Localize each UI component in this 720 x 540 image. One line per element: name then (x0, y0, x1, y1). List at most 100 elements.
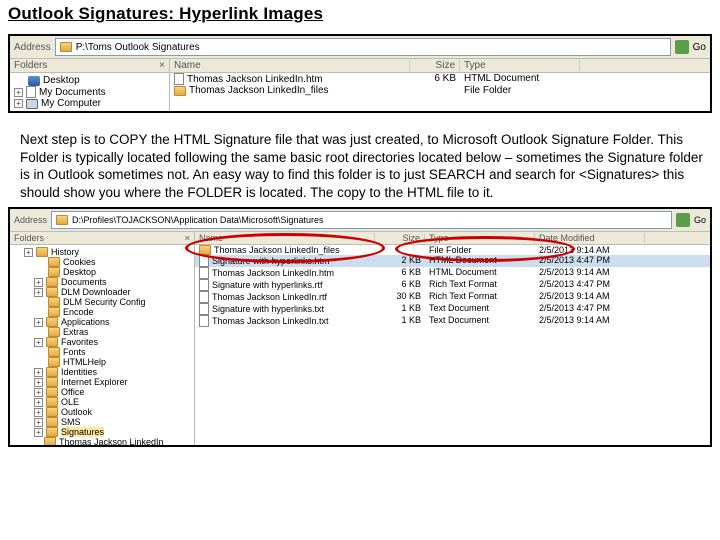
folder-icon (46, 317, 58, 327)
tree-item[interactable]: DLM Security Config (14, 297, 190, 307)
folder-icon (46, 397, 58, 407)
folder-icon (46, 277, 58, 287)
expander-icon[interactable]: + (14, 88, 23, 97)
file-type: File Folder (460, 85, 580, 96)
file-row[interactable]: Signature with hyperlinks.txt1 KBText Do… (195, 303, 710, 315)
go-icon[interactable] (675, 40, 689, 54)
address-input[interactable]: P:\Toms Outlook Signatures (55, 38, 671, 56)
file-size: 6 KB (410, 73, 460, 85)
tree-item-label: Identities (61, 367, 97, 377)
address-label: Address (14, 215, 47, 225)
explorer-1: Address P:\Toms Outlook Signatures Go Fo… (8, 34, 712, 113)
expander-icon[interactable]: + (34, 338, 43, 347)
file-name: Thomas Jackson LinkedIn.htm (212, 268, 334, 278)
expander-icon[interactable]: + (34, 388, 43, 397)
file-type: Text Document (425, 303, 535, 315)
tree-item[interactable]: Fonts (14, 347, 190, 357)
expander-icon[interactable]: + (34, 428, 43, 437)
file-row[interactable]: Thomas Jackson LinkedIn.htm6 KBHTML Docu… (195, 267, 710, 279)
col-type[interactable]: Type (460, 60, 580, 71)
folder-icon (48, 357, 60, 367)
tree-item[interactable]: Cookies (14, 257, 190, 267)
tree-item-label: Desktop (43, 75, 80, 86)
expander-icon[interactable]: + (14, 99, 23, 108)
tree-item-label: Favorites (61, 337, 98, 347)
file-icon (199, 303, 209, 315)
comp-icon (26, 99, 38, 109)
file-row[interactable]: Signature with hyperlinks.rtf6 KBRich Te… (195, 279, 710, 291)
tree-item[interactable]: + Documents (14, 277, 190, 287)
folder-icon (46, 427, 58, 437)
annotation-oval (185, 233, 385, 263)
tree-item[interactable]: + DLM Downloader (14, 287, 190, 297)
address-input[interactable]: D:\Profiles\TOJACKSON\Application Data\M… (51, 211, 672, 229)
expander-icon[interactable]: + (34, 418, 43, 427)
tree-item-label: Documents (61, 277, 107, 287)
tree-item[interactable]: + Signatures (14, 427, 190, 437)
file-date: 2/5/2013 9:14 AM (535, 315, 645, 327)
col-name[interactable]: Name (170, 60, 410, 71)
expander-icon[interactable]: + (34, 278, 43, 287)
file-date: 2/5/2013 9:14 AM (535, 267, 645, 279)
folder-tree: Desktop + My Documents+My Computer (10, 73, 169, 111)
folder-icon (46, 377, 58, 387)
tree-item[interactable]: Thomas Jackson LinkedIn (14, 437, 190, 445)
tree-item-label: Office (61, 387, 84, 397)
expander-icon[interactable]: + (34, 288, 43, 297)
tree-item-label: SMS (61, 417, 81, 427)
tree-item[interactable]: + Internet Explorer (14, 377, 190, 387)
address-bar: Address D:\Profiles\TOJACKSON\Applicatio… (10, 209, 710, 232)
tree-item[interactable]: Extras (14, 327, 190, 337)
file-size: 30 KB (375, 291, 425, 303)
expander-icon[interactable]: + (34, 408, 43, 417)
folder-icon (174, 86, 186, 96)
folder-icon (48, 327, 60, 337)
tree-item[interactable]: + History (14, 247, 190, 257)
file-name: Thomas Jackson LinkedIn.txt (212, 316, 329, 326)
tree-item[interactable]: + OLE (14, 397, 190, 407)
expander-icon[interactable]: + (34, 398, 43, 407)
close-icon[interactable]: × (185, 233, 190, 243)
col-size[interactable]: Size (410, 60, 460, 71)
tree-item-label: OLE (61, 397, 79, 407)
file-type: HTML Document (460, 73, 580, 85)
file-rows: Thomas Jackson LinkedIn.htm6 KBHTML Docu… (170, 73, 710, 96)
tree-item[interactable]: +Outlook (14, 407, 190, 417)
expander-icon[interactable]: + (34, 318, 43, 327)
tree-item[interactable]: + SMS (14, 417, 190, 427)
tree-item-label: Applications (61, 317, 110, 327)
file-size (410, 85, 460, 96)
close-icon[interactable]: × (159, 60, 165, 71)
go-label: Go (694, 215, 706, 225)
tree-item-label: My Documents (39, 87, 106, 98)
tree-item[interactable]: Desktop (14, 75, 165, 86)
folder-icon (44, 437, 56, 445)
tree-item[interactable]: + Applications (14, 317, 190, 327)
folder-tree: +HistoryCookiesDesktop+Documents+DLM Dow… (10, 245, 194, 445)
file-row[interactable]: Thomas Jackson LinkedIn.htm6 KBHTML Docu… (170, 73, 710, 85)
folder-icon (60, 42, 72, 52)
file-row[interactable]: Thomas Jackson LinkedIn.txt1 KBText Docu… (195, 315, 710, 327)
tree-item[interactable]: + Identities (14, 367, 190, 377)
expander-icon[interactable]: + (34, 378, 43, 387)
tree-item[interactable]: Desktop (14, 267, 190, 277)
column-headers: Name Size Type (170, 59, 710, 73)
file-row[interactable]: Thomas Jackson LinkedIn.rtf30 KBRich Tex… (195, 291, 710, 303)
tree-item[interactable]: Encode (14, 307, 190, 317)
file-name: Thomas Jackson LinkedIn_files (189, 85, 329, 96)
file-row[interactable]: Thomas Jackson LinkedIn_files File Folder (170, 85, 710, 96)
tree-item-label: Signatures (61, 427, 104, 437)
tree-item[interactable]: + My Documents (14, 86, 165, 98)
folder-icon (48, 307, 60, 317)
expander-icon[interactable]: + (34, 368, 43, 377)
tree-item[interactable]: + Office (14, 387, 190, 397)
tree-item[interactable]: HTMLHelp (14, 357, 190, 367)
tree-item-label: DLM Downloader (61, 287, 131, 297)
expander-icon[interactable]: + (24, 248, 33, 257)
folder-icon (46, 287, 58, 297)
tree-item-label: Internet Explorer (61, 377, 128, 387)
tree-item-label: History (51, 247, 79, 257)
go-icon[interactable] (676, 213, 690, 227)
tree-item[interactable]: +My Computer (14, 98, 165, 109)
tree-item[interactable]: + Favorites (14, 337, 190, 347)
